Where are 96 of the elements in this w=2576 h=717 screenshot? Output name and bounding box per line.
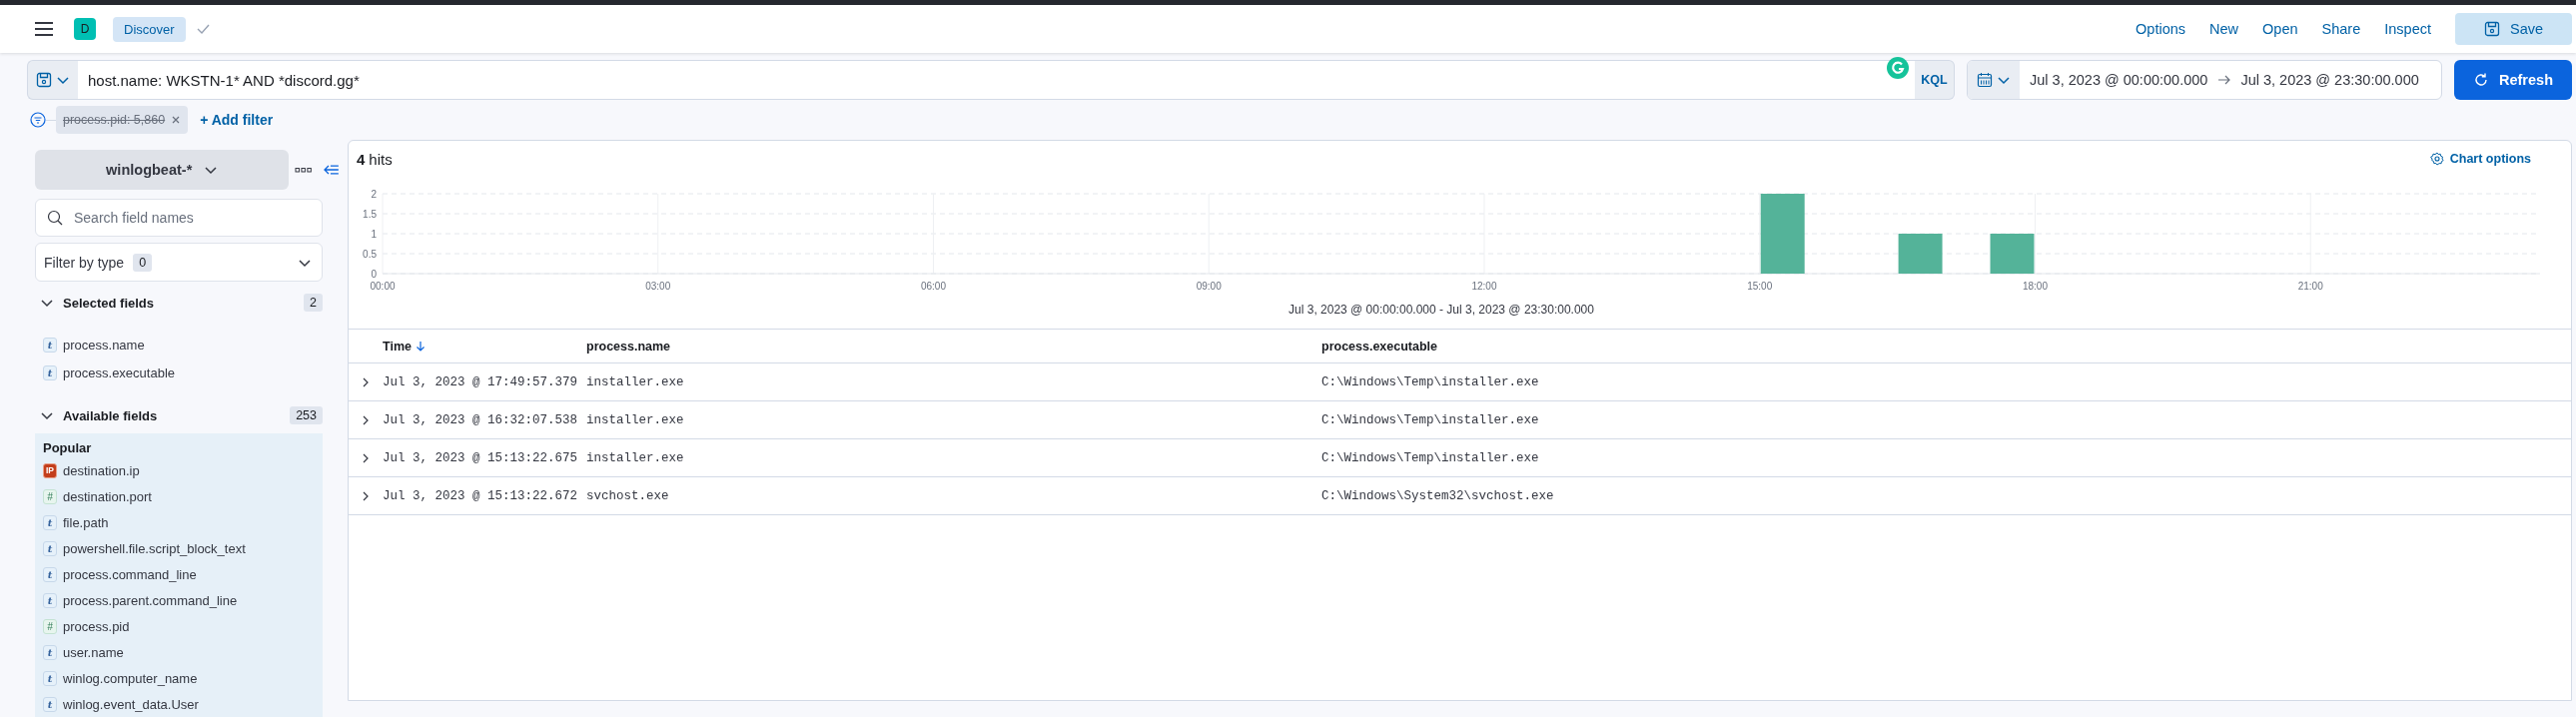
field-type-badge: t xyxy=(43,337,57,353)
x-axis-tick-label: 21:00 xyxy=(2297,281,2323,292)
table-cell-text: C:\Windows\Temp\installer.exe xyxy=(1321,412,1540,427)
field-name[interactable]: file.path xyxy=(63,514,109,530)
x-axis-tick-label: 06:00 xyxy=(920,281,946,292)
x-axis-tick-label: 00:00 xyxy=(370,281,396,292)
field-type-badge: t xyxy=(43,696,57,712)
x-axis-tick-label: 15:00 xyxy=(1747,281,1773,292)
field-type-badge: IP xyxy=(43,462,57,478)
end-date[interactable]: Jul 3, 2023 @ 23:30:00.000 xyxy=(2230,72,2429,88)
date-quick-menu-button[interactable] xyxy=(1968,61,2020,99)
field-type-badge: t xyxy=(43,566,57,582)
query-language-button[interactable]: KQL xyxy=(1915,60,1955,100)
check-icon xyxy=(195,22,211,36)
field-type-badge: t xyxy=(43,670,57,686)
y-axis-tick-label: 0.5 xyxy=(363,248,377,260)
query-input[interactable]: host.name: WKSTN-1* AND *discord.gg* xyxy=(78,60,1915,100)
nav-link[interactable]: Inspect xyxy=(2384,21,2431,37)
table-cell-text: installer.exe xyxy=(586,412,685,427)
expand-row-icon[interactable] xyxy=(362,414,370,425)
app-avatar[interactable]: D xyxy=(74,18,96,40)
saved-query-button[interactable] xyxy=(27,60,78,100)
table-cell-text: Jul 3, 2023 @ 15:13:22.672 xyxy=(383,488,579,503)
add-filter-link[interactable]: + Add filter xyxy=(200,112,274,128)
section-title[interactable]: Available fields xyxy=(63,407,282,423)
x-axis-tick-label: 18:00 xyxy=(2022,281,2048,292)
menu-icon[interactable] xyxy=(34,21,54,37)
field-name[interactable]: process.name xyxy=(63,337,145,353)
table-cell-text: installer.exe xyxy=(586,374,685,389)
table-cell-text: svchost.exe xyxy=(586,488,670,503)
x-axis-tick-label: 03:00 xyxy=(645,281,671,292)
gear-icon xyxy=(2429,152,2444,166)
expand-row-icon[interactable] xyxy=(362,490,370,501)
breadcrumb[interactable]: Discover xyxy=(113,16,186,42)
chart-options-button[interactable]: Chart options xyxy=(2423,151,2537,167)
field-name[interactable]: process.pid xyxy=(63,618,130,634)
field-name[interactable]: process.executable xyxy=(63,364,175,380)
y-axis-tick-label: 1 xyxy=(371,228,377,240)
y-axis-tick-label: 1.5 xyxy=(363,208,377,220)
table-cell-text: C:\Windows\System32\svchost.exe xyxy=(1321,488,1555,503)
nav-link[interactable]: Share xyxy=(2321,21,2361,37)
arrow-right-icon xyxy=(2217,74,2231,86)
hits-count: 4 hits xyxy=(357,150,394,168)
more-options-icon[interactable] xyxy=(295,165,314,175)
section-title[interactable]: Selected fields xyxy=(63,295,296,311)
save-button[interactable]: Save xyxy=(2455,13,2572,45)
column-header[interactable]: process.executable xyxy=(1321,339,1438,354)
filter-icon[interactable] xyxy=(30,112,46,128)
field-type-badge: t xyxy=(43,644,57,660)
table-cell-text: C:\Windows\Temp\installer.exe xyxy=(1321,374,1540,389)
field-type-badge: t xyxy=(43,364,57,380)
field-count: 2 xyxy=(304,294,323,312)
field-type-badge: t xyxy=(43,592,57,608)
field-name[interactable]: user.name xyxy=(63,644,124,660)
table-cell-text: installer.exe xyxy=(586,450,685,465)
nav-link[interactable]: Open xyxy=(2262,21,2298,37)
calendar-icon xyxy=(1977,72,1993,88)
date-range-label: Jul 3, 2023 @ 00:00:00.000 - Jul 3, 2023 @ 23:30:00.000 xyxy=(1288,303,1594,317)
field-type-badge: # xyxy=(43,488,57,504)
refresh-icon xyxy=(2473,72,2489,88)
start-date[interactable]: Jul 3, 2023 @ 00:00:00.000 xyxy=(2020,72,2218,88)
expand-row-icon[interactable] xyxy=(362,452,370,463)
search-icon xyxy=(47,210,63,226)
field-name[interactable]: powershell.file.script_block_text xyxy=(63,540,246,556)
field-name[interactable]: winlog.computer_name xyxy=(63,670,198,686)
table-cell-text: Jul 3, 2023 @ 15:13:22.675 xyxy=(383,450,579,465)
group-title: Popular xyxy=(43,440,93,457)
expand-row-icon[interactable] xyxy=(362,376,370,387)
search-field[interactable]: Search field names xyxy=(35,199,323,237)
collapse-sidebar-icon[interactable] xyxy=(324,164,340,176)
field-count: 253 xyxy=(290,406,323,424)
x-axis-tick-label: 12:00 xyxy=(1471,281,1497,292)
index-pattern-selector[interactable]: winlogbeat-* xyxy=(35,150,290,190)
field-name[interactable]: winlog.event_data.User xyxy=(63,696,199,712)
field-name[interactable]: process.command_line xyxy=(63,566,197,582)
field-name[interactable]: process.parent.command_line xyxy=(63,592,238,608)
nav-link[interactable]: New xyxy=(2209,21,2239,37)
field-type-badge: t xyxy=(43,514,57,530)
refresh-button[interactable]: Refresh xyxy=(2454,60,2572,100)
table-cell-text: C:\Windows\Temp\installer.exe xyxy=(1321,450,1540,465)
field-name[interactable]: destination.ip xyxy=(63,462,140,478)
field-type-badge: t xyxy=(43,540,57,556)
filter-by-type-button[interactable]: Filter by type 0 xyxy=(35,243,323,282)
close-icon xyxy=(171,115,182,125)
y-axis-tick-label: 2 xyxy=(371,188,377,200)
table-cell-text: Jul 3, 2023 @ 16:32:07.538 xyxy=(383,412,579,427)
field-name[interactable]: destination.port xyxy=(63,488,152,504)
sort-arrow-icon xyxy=(415,341,426,352)
extension-badge-icon xyxy=(1886,56,1910,80)
column-header[interactable]: process.name xyxy=(586,339,671,354)
x-axis-tick-label: 09:00 xyxy=(1196,281,1222,292)
y-axis-tick-label: 0 xyxy=(371,268,377,280)
field-type-badge: # xyxy=(43,618,57,634)
column-header[interactable]: Time xyxy=(383,339,412,354)
table-cell-text: Jul 3, 2023 @ 17:49:57.379 xyxy=(383,374,579,389)
nav-link[interactable]: Options xyxy=(2136,21,2186,37)
